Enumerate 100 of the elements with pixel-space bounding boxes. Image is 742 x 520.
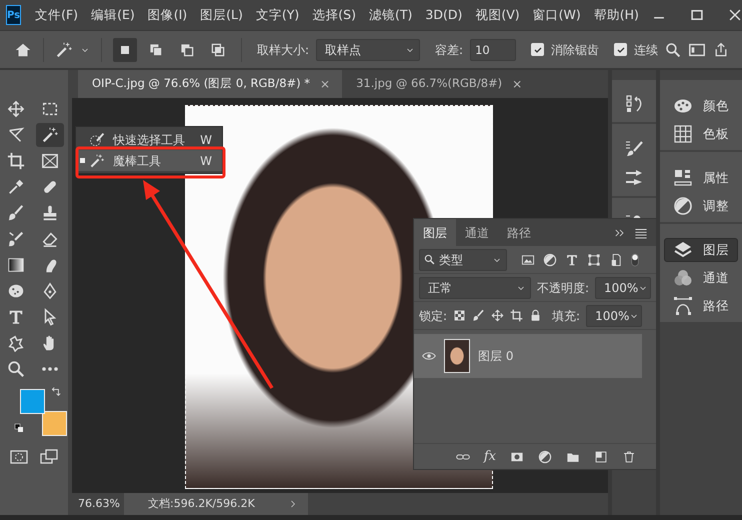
- tool-name: 快速选择工具: [113, 132, 185, 148]
- shape-filter-icon[interactable]: [587, 252, 601, 266]
- double-chevron-icon[interactable]: [614, 226, 626, 238]
- checkbox[interactable]: [614, 43, 628, 56]
- brush-settings-icon[interactable]: [624, 168, 644, 188]
- tool-name: 魔棒工具: [113, 152, 161, 170]
- crop-icon: [7, 152, 25, 170]
- panel-button[interactable]: 调整: [664, 194, 738, 218]
- tolerance-field[interactable]: 10: [470, 38, 516, 60]
- blend-mode-dropdown[interactable]: 正常: [419, 276, 531, 298]
- tool-button[interactable]: [36, 123, 64, 147]
- brush-icon: [7, 204, 25, 222]
- adjustment-filter-icon[interactable]: [543, 252, 557, 266]
- zoom-icon: [7, 360, 25, 378]
- panel-tab[interactable]: 路径: [498, 219, 540, 246]
- checkbox-label: 连续: [634, 42, 658, 58]
- lock-crop-icon[interactable]: [510, 309, 524, 322]
- tab-title: OIP-C.jpg @ 76.6% (图层 0, RGB/8#) *: [92, 75, 310, 92]
- menu-item[interactable]: 帮助(H): [594, 6, 639, 24]
- tab-close-button[interactable]: ×: [512, 75, 522, 93]
- swap-colors-icon[interactable]: [50, 387, 62, 399]
- shape-icon: [7, 334, 25, 352]
- image-filter-icon[interactable]: [521, 252, 535, 266]
- menu-item[interactable]: 文字(Y): [256, 6, 300, 24]
- stamp-icon: [41, 204, 59, 222]
- background-color-swatch[interactable]: [42, 411, 67, 436]
- opacity-field[interactable]: 100%: [595, 276, 651, 298]
- fill-label: 填充:: [552, 308, 580, 324]
- subtract-selection-icon: [179, 42, 195, 58]
- menu-item[interactable]: 选择(S): [312, 6, 356, 24]
- menu-item[interactable]: 视图(V): [475, 6, 520, 24]
- panel-tab[interactable]: 图层: [414, 219, 456, 246]
- fill-field[interactable]: 100%: [586, 304, 642, 326]
- tab-close-button[interactable]: ×: [320, 75, 330, 93]
- new-layer-icon[interactable]: [594, 450, 608, 464]
- lock-brush-icon[interactable]: [472, 309, 486, 322]
- magic-wand-icon[interactable]: [55, 40, 73, 58]
- panel-tab[interactable]: 通道: [456, 219, 498, 246]
- menu-item[interactable]: 文件(F): [35, 6, 78, 24]
- document-size: 文档:596.2K/596.2K: [148, 496, 255, 512]
- menu-item[interactable]: 图层(L): [200, 6, 243, 24]
- lock-label: 锁定:: [419, 308, 448, 324]
- panel-button[interactable]: 图层: [664, 238, 738, 262]
- history-brush-icon: [7, 230, 25, 248]
- menu-item[interactable]: 编辑(E): [91, 6, 135, 24]
- tool-menu-item[interactable]: 魔棒工具 W: [76, 150, 222, 171]
- add-selection-icon: [148, 42, 164, 58]
- foreground-color-swatch[interactable]: [20, 389, 45, 414]
- selection-mode-button[interactable]: [113, 38, 137, 62]
- menu-item[interactable]: 滤镜(T): [368, 6, 412, 24]
- checkbox[interactable]: [531, 43, 544, 56]
- filter-dropdown[interactable]: 类型: [419, 248, 507, 270]
- magic-wand-icon: [89, 152, 105, 168]
- more-dots-icon: [42, 367, 58, 371]
- check-icon: [616, 44, 626, 54]
- panel-button[interactable]: 属性: [664, 166, 738, 190]
- layer-row[interactable]: 图层 0: [414, 334, 642, 378]
- sample-size-label: 取样大小:: [257, 42, 310, 58]
- pen-nib-icon: [41, 282, 59, 300]
- lock-move-icon[interactable]: [491, 309, 504, 322]
- panel-button[interactable]: 通道: [664, 266, 738, 290]
- app-logo: Ps: [6, 5, 22, 25]
- magic-wand-icon: [41, 126, 59, 144]
- effects-button[interactable]: fx: [484, 446, 496, 466]
- document-tab[interactable]: OIP-C.jpg @ 76.6% (图层 0, RGB/8#) * ×: [78, 70, 342, 98]
- history-icon[interactable]: [624, 94, 644, 114]
- search-icon: [424, 254, 435, 265]
- panel-button[interactable]: 颜色: [664, 94, 738, 118]
- eraser-icon: [41, 230, 59, 248]
- close-icon[interactable]: [728, 8, 742, 22]
- panel-button[interactable]: 色板: [664, 122, 738, 146]
- shortcut-key: W: [200, 130, 212, 148]
- default-colors-icon[interactable]: [14, 423, 24, 433]
- layer-name: 图层 0: [478, 348, 514, 365]
- smart-object-filter-icon[interactable]: [609, 252, 623, 266]
- share-icon[interactable]: [713, 42, 730, 58]
- bezier-path-icon: [673, 296, 693, 316]
- panel-button[interactable]: 路径: [664, 294, 738, 318]
- lock-pixels-checker-icon[interactable]: [453, 309, 466, 322]
- padlock-icon[interactable]: [529, 309, 542, 322]
- search-icon[interactable]: [665, 42, 682, 58]
- move-arrows-icon: [7, 100, 25, 118]
- crossed-frame-icon: [41, 152, 59, 170]
- type-filter-icon[interactable]: [565, 252, 579, 266]
- maximize-icon[interactable]: [690, 8, 704, 22]
- tool-menu-item[interactable]: 快速选择工具 W: [76, 129, 222, 150]
- properties-icon: [673, 168, 693, 188]
- tab-title: 31.jpg @ 66.7%(RGB/8#): [356, 75, 502, 92]
- trash-icon[interactable]: [622, 450, 636, 464]
- menu-item[interactable]: 窗口(W): [532, 6, 581, 24]
- opacity-label: 不透明度:: [536, 280, 589, 296]
- sample-size-dropdown[interactable]: 取样点: [316, 38, 420, 60]
- gradient-icon: [7, 256, 25, 274]
- checkbox-label: 消除锯齿: [551, 42, 600, 58]
- menu-item[interactable]: 图像(I): [148, 6, 188, 24]
- menu-item[interactable]: 3D(D): [425, 6, 462, 24]
- document-tab[interactable]: 31.jpg @ 66.7%(RGB/8#) ×: [342, 70, 534, 98]
- selected-marker-icon: [80, 158, 85, 163]
- adjustment-layer-icon[interactable]: [538, 450, 552, 464]
- layer-thumbnail: [444, 339, 470, 373]
